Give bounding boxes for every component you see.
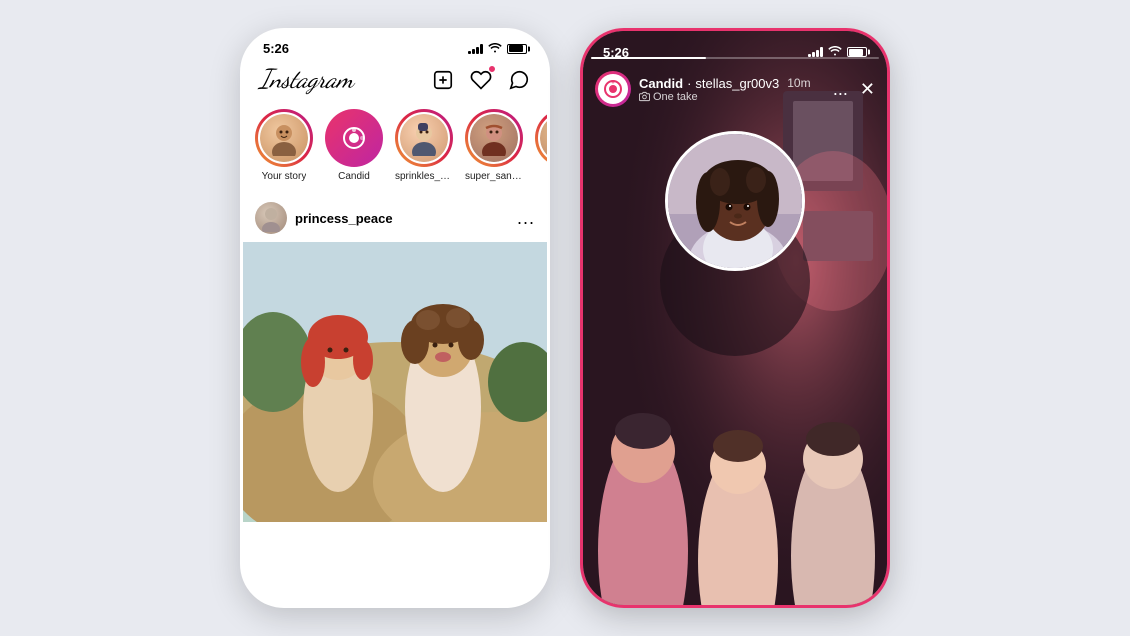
right-phone: 5:26 .right-battery::a [580,28,890,608]
right-signal-icon [808,47,823,57]
candid-header-actions: ... ✕ [833,79,875,100]
story-close-button[interactable]: ✕ [860,79,875,100]
add-post-icon[interactable] [431,68,455,92]
wifi-icon [488,42,502,56]
notification-badge [488,65,496,73]
post-avatar [255,202,287,234]
left-phone: 5:26 [240,28,550,608]
candid-story-avatar-ring [595,71,631,107]
left-status-bar: 5:26 [243,31,547,60]
right-battery-icon: .right-battery::after{background:#fff} [847,47,867,57]
candid-story-text: Candid · stellas_gr00v3 10m One take [639,76,811,103]
candid-inset-photo [665,131,805,271]
super-santi-avatar [468,112,520,164]
jade-avatar [538,112,547,164]
messenger-icon[interactable] [507,68,531,92]
right-phone-background [583,31,887,605]
left-phone-wrapper: 5:26 [240,28,550,608]
candid-story-username: stellas_gr00v3 [695,76,779,91]
right-phone-wrapper: 5:26 .right-battery::a [580,28,890,608]
right-status-bar: 5:26 .right-battery::a [583,33,887,65]
super-santi-ring [465,109,523,167]
your-story-ring [255,109,313,167]
candid-story-avatar [598,74,628,104]
your-story-label: Your story [262,171,307,182]
battery-icon [507,44,527,54]
heart-notifications-icon[interactable] [469,68,493,92]
post-header: princess_peace ... [243,194,547,242]
jade-ring [535,109,547,167]
candid-user-info: Candid · stellas_gr00v3 10m One take [595,71,811,107]
left-status-icons [468,42,527,56]
candid-story-header: Candid · stellas_gr00v3 10m One take [583,63,887,115]
your-story-avatar [258,112,310,164]
story-super-santi[interactable]: super_santi... [465,109,523,182]
stories-row: Your story Candid [243,103,547,194]
candid-separator: · [687,76,691,91]
story-sprinkles[interactable]: sprinkles_b... [395,109,453,182]
sprinkles-avatar [398,112,450,164]
post-more-options[interactable]: ... [517,208,535,229]
post-username[interactable]: princess_peace [295,211,393,226]
super-santi-label: super_santi... [465,171,523,182]
story-your-story[interactable]: Your story [255,109,313,182]
candid-ring [325,109,383,167]
candid-story-subtitle: One take [639,91,811,103]
story-more-options[interactable]: ... [833,79,848,100]
left-status-time: 5:26 [263,41,289,56]
candid-one-take: One take [653,91,698,103]
sprinkles-ring [395,109,453,167]
candid-button [328,112,380,164]
instagram-logo: Instagram [259,64,353,95]
story-candid[interactable]: Candid [325,109,383,182]
signal-icon [468,44,483,54]
sprinkles-label: sprinkles_b... [395,171,453,182]
post-image [243,242,547,522]
instagram-header: Instagram [243,60,547,103]
header-icons [431,68,531,92]
candid-story-time: 10m [787,76,810,90]
right-status-icons: .right-battery::after{background:#fff} [808,43,867,61]
candid-label: Candid [338,171,370,182]
right-status-time: 5:26 [603,45,629,60]
story-jade[interactable]: jade... [535,109,547,182]
post-user: princess_peace [255,202,393,234]
candid-story-name: Candid [639,76,683,91]
right-wifi-icon [828,43,842,61]
